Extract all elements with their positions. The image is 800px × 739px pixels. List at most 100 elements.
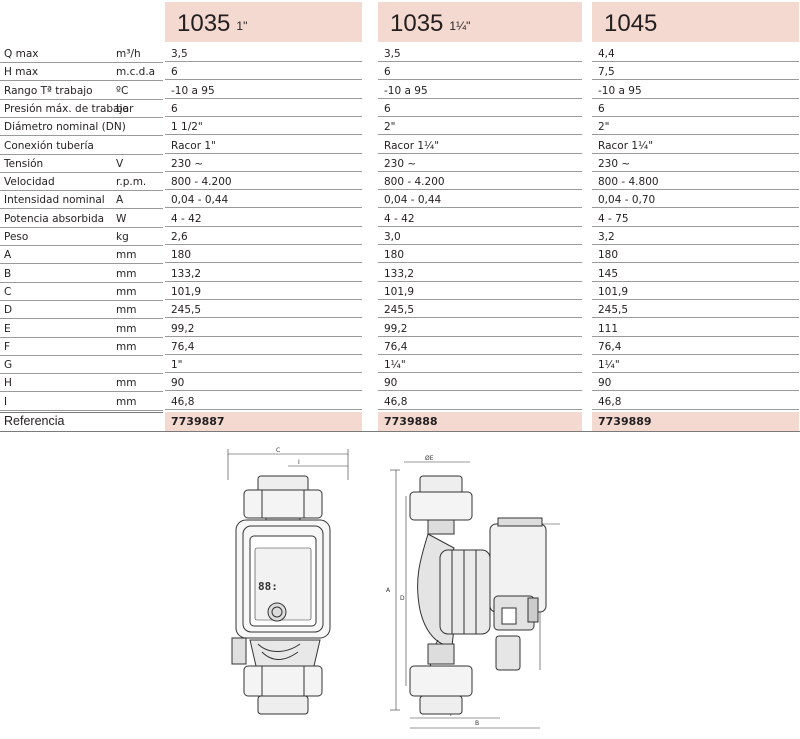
spec-label: Intensidad nominal [4, 194, 105, 207]
spec-value: 3,0 [378, 228, 582, 245]
pump-display: 88: [258, 580, 278, 593]
spec-value: 145 [592, 265, 799, 282]
spec-row: Amm 180 180 180 [0, 246, 800, 265]
spec-unit [116, 356, 162, 373]
spec-row: Peso kg 2,6 3,0 3,2 [0, 228, 800, 246]
spec-value: 180 [378, 246, 582, 264]
spec-value: -10 a 95 [378, 82, 582, 99]
spec-value: Racor 1" [165, 137, 362, 154]
spec-value: 3,2 [592, 228, 799, 245]
spec-value: 2" [378, 118, 582, 136]
spec-value: 46,8 [378, 393, 582, 410]
spec-value: Racor 1¼" [592, 137, 799, 154]
spec-value: 180 [165, 246, 362, 264]
spec-unit: mm [116, 285, 137, 298]
spec-label: G [4, 359, 13, 372]
spec-label: A [4, 249, 12, 262]
spec-label: Diámetro nominal (DN) [4, 121, 126, 134]
spec-value: 245,5 [592, 301, 799, 319]
spec-value: 0,04 - 0,44 [165, 191, 362, 209]
spec-value: 2" [592, 118, 799, 136]
spec-row: Tensión V 230 ~ 230 ~ 230 ~ [0, 155, 800, 173]
spec-value: 4 - 42 [165, 210, 362, 227]
dim-label-e: ØE [425, 455, 434, 462]
dim-label-a: A [386, 587, 391, 594]
dim-label-d: D [400, 595, 405, 602]
spec-value: 230 ~ [165, 155, 362, 172]
spec-label: Velocidad [4, 176, 55, 189]
spec-value: 1 1/2" [165, 118, 362, 136]
spec-value: 3,5 [378, 45, 582, 62]
spec-value: 0,04 - 0,44 [378, 191, 582, 209]
spec-unit: bar [116, 102, 134, 115]
spec-value: 6 [165, 100, 362, 117]
spec-row: Imm 46,8 46,8 46,8 [0, 393, 800, 411]
spec-value: 101,9 [592, 283, 799, 300]
model-name: 1045 [604, 10, 658, 37]
spec-value: 90 [165, 374, 362, 392]
spec-unit: m.c.d.a [116, 66, 156, 79]
spec-label: C [4, 285, 12, 298]
reference-value: 7739888 [378, 412, 582, 431]
reference-row: Referencia 7739887 7739888 7739889 [0, 412, 800, 432]
reference-label: Referencia [4, 414, 65, 428]
pump-button [267, 602, 287, 622]
spec-row: Conexión tubería Racor 1" Racor 1¼" Racor 1… [0, 137, 800, 155]
spec-unit: V [116, 157, 124, 170]
spec-value: 76,4 [592, 338, 799, 355]
model-header-2: 1035 1¼" [378, 2, 582, 42]
spec-value: 800 - 4.200 [165, 173, 362, 191]
spec-value: 245,5 [378, 301, 582, 319]
model-name: 1035 [390, 10, 444, 37]
model-header-1: 1035 1" [165, 2, 362, 42]
spec-value: 133,2 [165, 265, 362, 282]
spec-label: Rango Tª trabajo [4, 84, 93, 97]
spec-unit: r.p.m. [116, 176, 147, 189]
spec-label: D [4, 304, 13, 317]
spec-value: 4 - 42 [378, 210, 582, 227]
model-header-3: 1045 [592, 2, 799, 42]
spec-value: 1¼" [378, 356, 582, 374]
spec-label: I [4, 395, 8, 408]
spec-value: 4,4 [592, 45, 799, 62]
dim-label-c: C [276, 447, 280, 454]
spec-value: 111 [592, 320, 799, 337]
spec-unit [116, 137, 162, 154]
spec-unit: kg [116, 231, 129, 243]
pump-side-view: A D ØE H B F [386, 455, 560, 729]
spec-label: Tensión [4, 157, 44, 170]
spec-label: F [4, 340, 11, 353]
model-size: 1" [236, 19, 248, 33]
spec-label: H [4, 377, 12, 390]
spec-row: Emm 99,2 99,2 111 [0, 320, 800, 338]
spec-value: 76,4 [378, 338, 582, 355]
spec-value: 2,6 [165, 228, 362, 245]
spec-value: 46,8 [592, 393, 799, 410]
spec-row: Presión máx. de trabajo bar 6 6 6 [0, 100, 800, 118]
reference-value: 7739889 [592, 412, 799, 431]
spec-value: 90 [378, 374, 582, 392]
spec-unit: A [116, 194, 124, 207]
spec-label: Peso [4, 231, 29, 243]
spec-value: 3,5 [165, 45, 362, 62]
dim-label-i: I [298, 459, 300, 466]
spec-row: Potencia absorbida W 4 - 42 4 - 42 4 - 75 [0, 210, 800, 228]
spec-label: Q max [4, 48, 39, 60]
spec-value: 800 - 4.200 [378, 173, 582, 191]
spec-value: 180 [592, 246, 799, 264]
spec-unit: ºC [116, 84, 129, 97]
reference-value: 7739887 [165, 412, 362, 431]
spec-row: Hmm 90 90 90 [0, 374, 800, 393]
spec-row: Intensidad nominal A 0,04 - 0,44 0,04 - 0,4… [0, 191, 800, 210]
spec-value: 230 ~ [592, 155, 799, 172]
spec-value: 1¼" [592, 356, 799, 374]
spec-row: H max m.c.d.a 6 6 7,5 [0, 63, 800, 82]
spec-value: 800 - 4.800 [592, 173, 799, 191]
spec-value: 99,2 [378, 320, 582, 337]
spec-unit: mm [116, 340, 137, 353]
spec-unit: W [116, 212, 127, 225]
spec-value: 6 [378, 100, 582, 117]
spec-label: H max [4, 66, 39, 79]
pump-front-view: C I 88: [227, 447, 349, 715]
spec-unit: mm [116, 249, 137, 262]
